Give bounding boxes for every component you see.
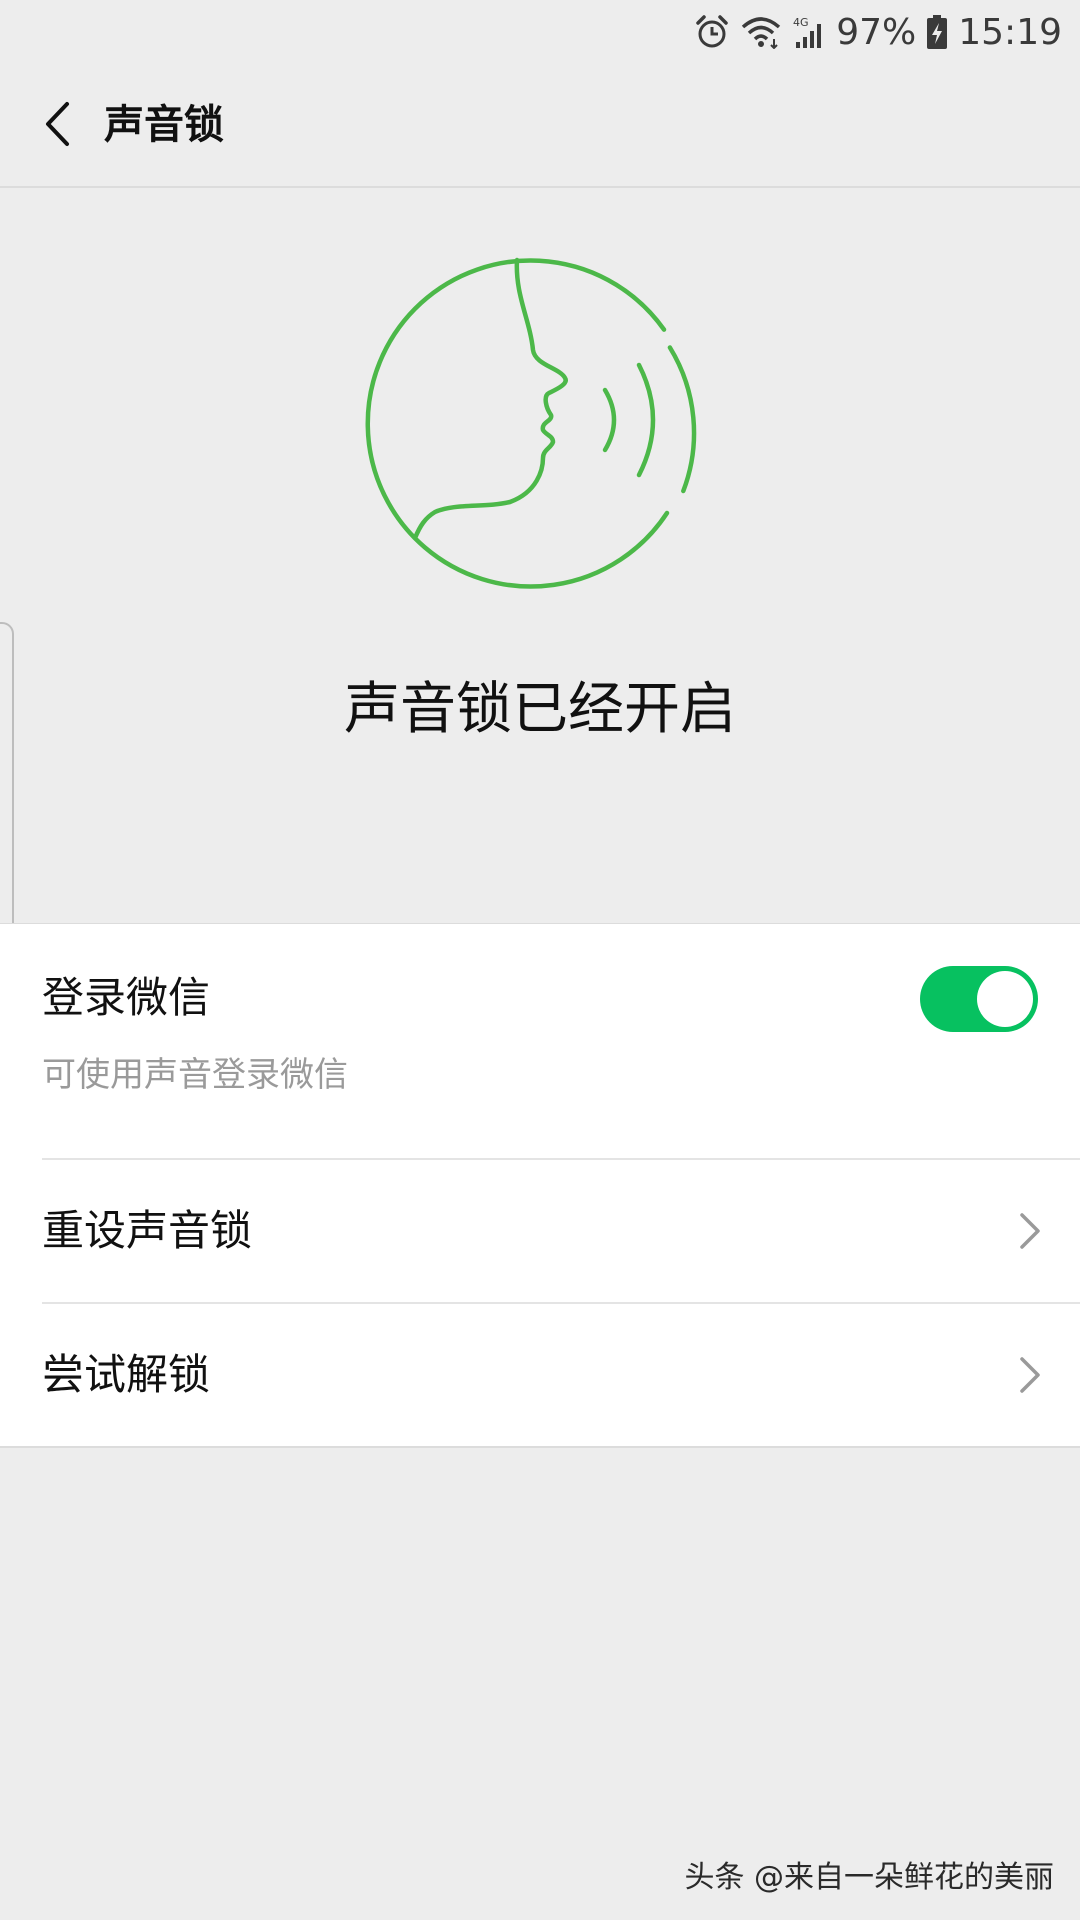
navigation-bar: 声音锁 (0, 64, 1080, 188)
try-unlock-row[interactable]: 尝试解锁 (0, 1304, 1080, 1446)
settings-list: 登录微信 可使用声音登录微信 重设声音锁 尝试解锁 (0, 923, 1080, 1448)
battery-charging-icon (926, 14, 948, 50)
toggle-knob (977, 971, 1033, 1027)
chevron-left-icon (46, 102, 69, 146)
status-bar: 4G 97% 15:19 (0, 0, 1080, 64)
reset-voice-lock-row[interactable]: 重设声音锁 (0, 1160, 1080, 1302)
voice-lock-status-text: 声音锁已经开启 (344, 677, 736, 742)
voice-lock-screen: 4G 97% 15:19 声音锁 声音锁已经开启 登录微信 可使用声音登录微信 … (0, 0, 1080, 1920)
chevron-right-icon (1020, 1357, 1040, 1393)
back-button[interactable] (26, 93, 88, 155)
status-icons: 4G 97% 15:19 (694, 8, 1062, 56)
page-title: 声音锁 (104, 102, 224, 148)
reset-voice-lock-label: 重设声音锁 (42, 1206, 253, 1255)
wifi-icon (740, 15, 782, 49)
clock: 15:19 (958, 11, 1062, 53)
watermark-text: 头条 @来自一朵鲜花的美丽 (684, 1860, 1054, 1895)
cell-signal-icon: 4G (792, 14, 826, 50)
network-type-label: 4G (793, 16, 809, 29)
battery-percentage: 97% (836, 11, 917, 53)
login-wechat-title: 登录微信 (42, 973, 211, 1022)
login-wechat-setting: 登录微信 可使用声音登录微信 (0, 924, 1080, 1158)
chevron-right-icon (1020, 1213, 1040, 1249)
alarm-icon (694, 14, 730, 50)
try-unlock-label: 尝试解锁 (42, 1350, 211, 1399)
voice-face-icon (365, 250, 715, 600)
login-wechat-description: 可使用声音登录微信 (42, 1055, 348, 1095)
login-wechat-toggle[interactable] (920, 966, 1038, 1032)
